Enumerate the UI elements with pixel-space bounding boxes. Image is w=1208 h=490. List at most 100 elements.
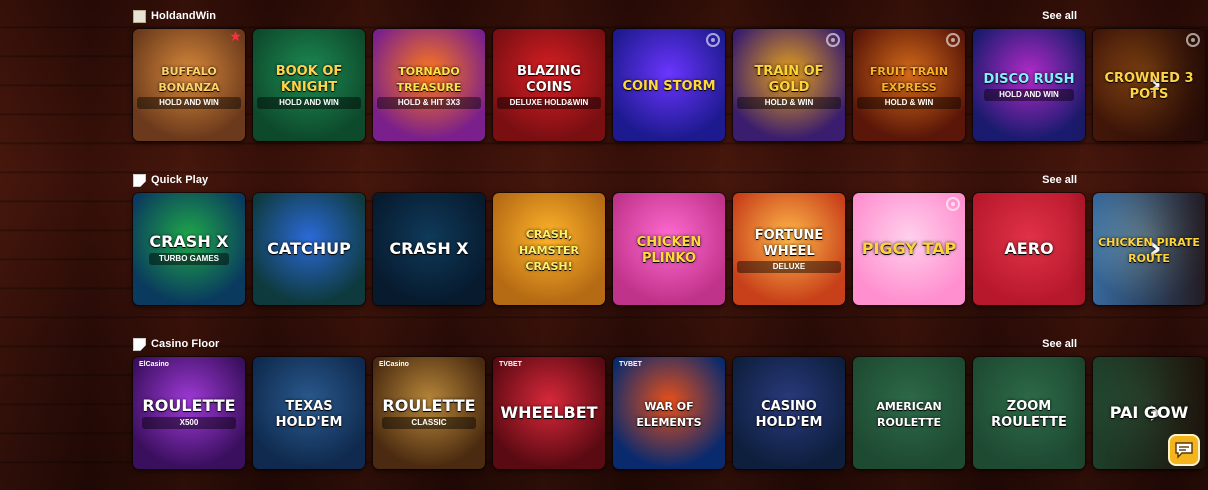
- game-title-text: American Roulette: [876, 400, 942, 429]
- game-title: Book of Knight Hold and Win: [253, 62, 365, 109]
- game-title-text: Crash X: [149, 231, 229, 251]
- game-title-text: Crash, Hamster Crash!: [518, 228, 580, 273]
- section-header: Casino Floor See all: [133, 338, 1208, 354]
- feature-badge-icon: [946, 197, 960, 211]
- feature-badge-icon: [946, 33, 960, 47]
- game-title: Chicken Plinko: [613, 233, 725, 265]
- chat-button[interactable]: [1168, 434, 1200, 466]
- game-title-text: War of Elements: [636, 400, 702, 429]
- game-title: Wheelbet: [496, 405, 601, 421]
- game-title: War of Elements: [613, 397, 725, 429]
- game-card[interactable]: Coin Storm: [613, 29, 725, 141]
- provider-logo: TVBET: [499, 361, 522, 368]
- game-card[interactable]: Fruit Train Express Hold & Win: [853, 29, 965, 141]
- see-all-link[interactable]: See all: [1042, 338, 1077, 351]
- game-card[interactable]: Crash X: [373, 193, 485, 305]
- game-card[interactable]: TVBET Wheelbet: [493, 357, 605, 469]
- game-title: Train of Gold Hold & Win: [733, 62, 845, 109]
- game-title: Blazing Coins Deluxe Hold&Win: [493, 62, 605, 109]
- game-title-text: Chicken Plinko: [636, 235, 702, 266]
- game-title: Fruit Train Express Hold & Win: [853, 62, 965, 109]
- game-title: Coin Storm: [618, 77, 719, 93]
- game-title-text: Crash X: [389, 239, 469, 258]
- section-casino-floor: Casino Floor See all ElCasino Roulette X50…: [133, 338, 1208, 469]
- game-title-text: Fruit Train Express: [869, 64, 949, 94]
- game-subtitle: Hold & Win: [737, 96, 841, 109]
- game-card[interactable]: Texas Hold'em: [253, 357, 365, 469]
- game-row: ★ Buffalo Bonanza Hold and Win Book of Knig…: [133, 29, 1208, 141]
- game-card[interactable]: Tornado Treasure Hold & Hit 3x3: [373, 29, 485, 141]
- game-subtitle: Deluxe Hold&Win: [497, 96, 601, 109]
- game-card[interactable]: Disco Rush Hold and Win: [973, 29, 1085, 141]
- game-title: Buffalo Bonanza Hold and Win: [133, 62, 245, 109]
- game-title-text: Catchup: [267, 239, 351, 258]
- game-card[interactable]: Blazing Coins Deluxe Hold&Win: [493, 29, 605, 141]
- game-subtitle: Deluxe: [737, 260, 841, 273]
- game-row: Crash X Turbo Games Catchup Crash X Crash, H…: [133, 193, 1208, 305]
- game-card[interactable]: Crash X Turbo Games: [133, 193, 245, 305]
- game-title: Crowned 3 Pots: [1093, 69, 1205, 101]
- game-title-text: Zoom Roulette: [991, 399, 1067, 430]
- game-title-text: Pai Gow: [1109, 403, 1189, 422]
- game-row: ElCasino Roulette X500 Texas Hold'em ElCasin…: [133, 357, 1208, 469]
- star-badge-icon: ★: [229, 29, 242, 45]
- game-card[interactable]: ElCasino Roulette X500: [133, 357, 245, 469]
- game-title: Disco Rush Hold and Win: [980, 70, 1079, 101]
- game-subtitle: Hold & Hit 3x3: [377, 96, 481, 109]
- holdandwin-icon: [133, 10, 146, 23]
- provider-logo: ElCasino: [139, 361, 169, 368]
- game-card[interactable]: Book of Knight Hold and Win: [253, 29, 365, 141]
- game-card[interactable]: Chicken Plinko: [613, 193, 725, 305]
- game-card[interactable]: American Roulette: [853, 357, 965, 469]
- game-title: Fortune Wheel Deluxe: [733, 226, 845, 273]
- game-card[interactable]: Chicken Pirate Route: [1093, 193, 1205, 305]
- broken-image-icon: [133, 174, 146, 187]
- game-title-text: Chicken Pirate Route: [1098, 236, 1200, 265]
- section-header: Quick Play See all: [133, 174, 1208, 190]
- game-title-text: Train of Gold: [754, 63, 824, 95]
- game-title: Texas Hold'em: [253, 397, 365, 429]
- game-title-text: Blazing Coins: [516, 63, 582, 95]
- game-card[interactable]: ElCasino Roulette Classic: [373, 357, 485, 469]
- broken-image-icon: [133, 338, 146, 351]
- game-card[interactable]: Casino Hold'em: [733, 357, 845, 469]
- game-card[interactable]: Crowned 3 Pots: [1093, 29, 1205, 141]
- game-title: Chicken Pirate Route: [1093, 233, 1205, 265]
- game-title-text: Aero: [1004, 239, 1054, 258]
- section-title: Casino Floor: [151, 338, 220, 350]
- game-card[interactable]: Catchup: [253, 193, 365, 305]
- game-title: Crash X: [385, 241, 472, 257]
- feature-badge-icon: [706, 33, 720, 47]
- game-title-text: Fortune Wheel: [754, 227, 824, 259]
- game-title-text: Coin Storm: [622, 79, 716, 94]
- game-card[interactable]: Aero: [973, 193, 1085, 305]
- game-title-text: Piggy Tap: [861, 239, 957, 258]
- section-header: HoldandWin See all: [133, 10, 1208, 26]
- game-title: Roulette X500: [138, 395, 239, 429]
- game-title: American Roulette: [853, 397, 965, 429]
- game-title-text: Book of Knight: [275, 63, 343, 95]
- game-subtitle: Hold and Win: [137, 96, 241, 109]
- game-subtitle: Classic: [382, 416, 476, 429]
- game-title-text: Roulette: [382, 395, 476, 415]
- game-card[interactable]: Piggy Tap: [853, 193, 965, 305]
- game-title: Tornado Treasure Hold & Hit 3x3: [373, 62, 485, 109]
- provider-logo: TVBET: [619, 361, 642, 368]
- feature-badge-icon: [826, 33, 840, 47]
- game-title: Pai Gow: [1106, 405, 1193, 421]
- game-card[interactable]: Fortune Wheel Deluxe: [733, 193, 845, 305]
- game-title: Crash X Turbo Games: [145, 231, 232, 265]
- game-card[interactable]: TVBET War of Elements: [613, 357, 725, 469]
- see-all-link[interactable]: See all: [1042, 10, 1077, 23]
- game-title: Crash, Hamster Crash!: [493, 225, 605, 273]
- game-title-text: Wheelbet: [500, 403, 598, 422]
- game-subtitle: Hold and Win: [257, 96, 361, 109]
- game-card[interactable]: Zoom Roulette: [973, 357, 1085, 469]
- game-card[interactable]: Crash, Hamster Crash!: [493, 193, 605, 305]
- game-title-text: Casino Hold'em: [755, 399, 823, 430]
- game-card[interactable]: Train of Gold Hold & Win: [733, 29, 845, 141]
- see-all-link[interactable]: See all: [1042, 174, 1077, 187]
- game-card[interactable]: ★ Buffalo Bonanza Hold and Win: [133, 29, 245, 141]
- game-title-text: Roulette: [142, 395, 236, 415]
- game-title: Piggy Tap: [858, 241, 961, 257]
